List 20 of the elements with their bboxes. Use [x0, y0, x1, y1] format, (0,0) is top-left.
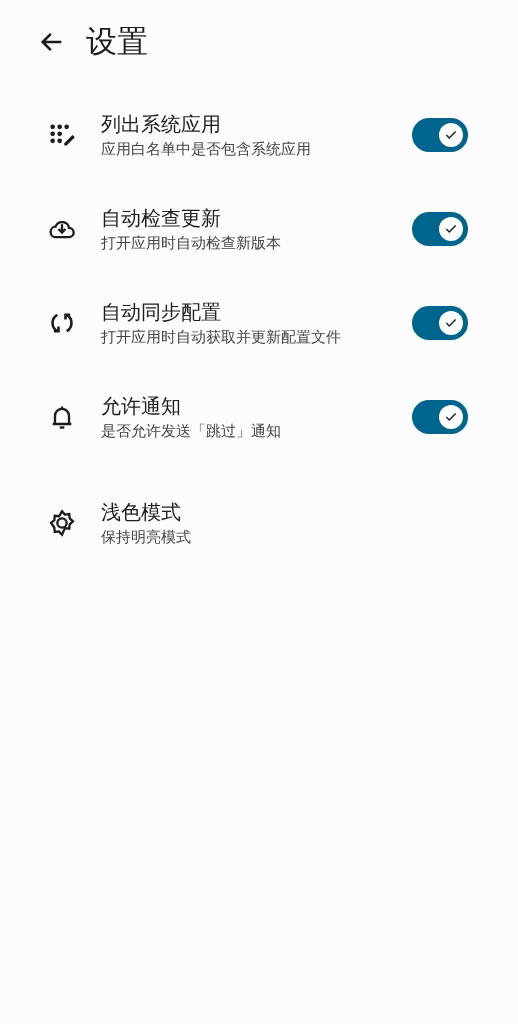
- check-icon: [444, 410, 458, 424]
- gear-icon: [48, 509, 76, 537]
- toggle-switch[interactable]: [412, 400, 468, 434]
- setting-title: 自动检查更新: [101, 205, 222, 232]
- setting-title: 自动同步配置: [101, 299, 222, 326]
- check-icon: [444, 128, 458, 142]
- toggle-switch[interactable]: [412, 306, 468, 340]
- toggle-switch[interactable]: [412, 118, 468, 152]
- setting-description: 保持明亮模式: [101, 528, 192, 547]
- setting-title: 允许通知: [101, 393, 182, 420]
- page-title: 设置: [86, 22, 148, 61]
- toggle-switch[interactable]: [412, 212, 468, 246]
- setting-description: 打开应用时自动获取并更新配置文件: [101, 328, 342, 347]
- check-icon: [444, 222, 458, 236]
- setting-title: 列出系统应用: [101, 111, 222, 138]
- setting-description: 打开应用时自动检查新版本: [101, 234, 282, 253]
- setting-title: 浅色模式: [101, 499, 182, 526]
- check-icon: [444, 316, 458, 330]
- setting-description: 是否允许发送「跳过」通知: [101, 422, 282, 441]
- setting-description: 应用白名单中是否包含系统应用: [101, 140, 312, 159]
